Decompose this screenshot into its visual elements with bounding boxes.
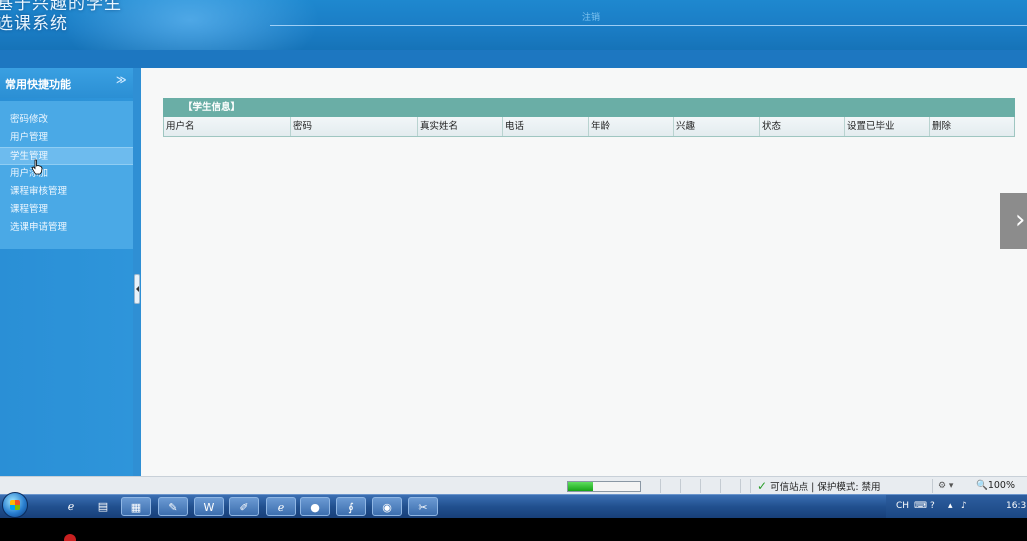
system-tray: CH ⌨ ? ▴ ♪ 16:3 (886, 495, 1027, 519)
tool-taskbar-icon[interactable]: ✂ (408, 497, 438, 516)
input-language[interactable]: CH (896, 501, 909, 511)
show-hidden-icons-icon[interactable]: ▴ (948, 501, 953, 511)
status-divider (740, 479, 741, 493)
app-header: 基于兴趣的学生 选课系统 注销 (0, 0, 1027, 50)
column-header-delete: 删除 (932, 121, 952, 132)
app-title-line1: 基于兴趣的学生 (0, 0, 122, 14)
progress-fill (568, 482, 594, 491)
app-taskbar-icon[interactable]: ∮ (336, 497, 366, 516)
sidebar-item-user-management[interactable]: 用户管理 (10, 129, 130, 147)
security-zone-status[interactable]: ✓ 可信站点 | 保护模式: 禁用 (757, 479, 881, 495)
panel-title: 【学生信息】 (163, 98, 1015, 117)
sidebar-item-course-review[interactable]: 课程审核管理 (10, 183, 130, 201)
browser-status-bar: ✓ 可信站点 | 保护模式: 禁用 ⚙ ▾ 🔍100% (0, 476, 1027, 494)
help-icon[interactable]: ? (930, 501, 935, 511)
status-divider (680, 479, 681, 493)
status-divider (932, 479, 933, 493)
app-title-line2: 选课系统 (0, 14, 68, 34)
document-icon[interactable]: ▤ (88, 497, 118, 516)
column-header-interest: 兴趣 (674, 117, 760, 136)
record-icon (64, 534, 76, 541)
status-divider (700, 479, 701, 493)
sidebar-splitter[interactable] (133, 68, 141, 476)
column-header-phone: 电话 (503, 117, 589, 136)
sidebar-item-enrollment-requests[interactable]: 选课申请管理 (10, 219, 130, 237)
status-divider (660, 479, 661, 493)
app-title: 基于兴趣的学生 选课系统 (0, 0, 122, 34)
logout-link[interactable]: 注销 (582, 10, 600, 23)
notes-taskbar-icon[interactable]: ✐ (229, 497, 259, 516)
ie-pinned-icon[interactable]: ℯ (56, 497, 86, 516)
zoom-level[interactable]: 🔍100% (976, 479, 1015, 493)
status-divider (750, 479, 751, 493)
table-header-row: 用户名 密码 真实姓名 电话 年龄 兴趣 状态 设置已毕业 删除 (163, 117, 1015, 137)
next-arrow-button[interactable]: › (1000, 193, 1027, 249)
sidebar-section-title: 常用快捷功能 (5, 78, 71, 91)
sidebar-item-password-change[interactable]: 密码修改 (10, 111, 130, 129)
sidebar-section-header[interactable]: 常用快捷功能 ≫ (0, 68, 133, 98)
column-header-real-name: 真实姓名 (418, 117, 503, 136)
sidebar-item-course-management[interactable]: 课程管理 (10, 201, 130, 219)
clock[interactable]: 16:3 (1006, 501, 1026, 511)
collapse-chevron-icon[interactable]: ≫ (116, 75, 126, 86)
main-content: 【学生信息】 用户名 密码 真实姓名 电话 年龄 兴趣 状态 设置已毕业 删除 (141, 68, 1027, 476)
column-header-status: 状态 (760, 117, 845, 136)
header-subbar (0, 50, 1027, 68)
screen-bottom-area (0, 518, 1027, 541)
ie-taskbar-icon[interactable]: ℯ (266, 497, 296, 516)
column-header-username: 用户名 (164, 117, 291, 136)
column-header-password: 密码 (291, 117, 418, 136)
popup-settings-icon[interactable]: ⚙ ▾ (938, 479, 953, 493)
sidebar-menu: 密码修改 用户管理 学生管理 用户添加 课程审核管理 课程管理 选课申请管理 (0, 101, 133, 249)
magnifier-icon: 🔍 (976, 480, 988, 491)
start-button[interactable] (2, 492, 28, 518)
volume-icon[interactable]: ♪ (961, 501, 967, 511)
zoom-level-text: 100% (987, 480, 1016, 491)
header-divider (270, 25, 1027, 26)
keyboard-icon[interactable]: ⌨ (914, 501, 927, 511)
student-info-panel: 【学生信息】 用户名 密码 真实姓名 电话 年龄 兴趣 状态 设置已毕业 删除 (163, 98, 1015, 139)
windows-taskbar: ℯ ▤ ▦ ✎ W ✐ ℯ ● ∮ ◉ ✂ CH ⌨ ? ▴ ♪ 16:3 (0, 492, 1027, 519)
column-header-age: 年龄 (589, 117, 674, 136)
checkmark-icon: ✓ (757, 479, 768, 493)
collapse-sidebar-handle[interactable] (134, 274, 140, 304)
app-red-taskbar-icon[interactable]: ● (300, 497, 330, 516)
word-taskbar-icon[interactable]: W (194, 497, 224, 516)
security-zone-text: 可信站点 | 保护模式: 禁用 (770, 482, 881, 493)
explorer-taskbar-icon[interactable]: ▦ (121, 497, 151, 516)
hand-cursor-icon (31, 159, 43, 175)
page-load-progress (567, 481, 641, 492)
status-divider (720, 479, 721, 493)
sidebar-item-student-management[interactable]: 学生管理 (0, 147, 133, 165)
paint-taskbar-icon[interactable]: ✎ (158, 497, 188, 516)
browser-green-taskbar-icon[interactable]: ◉ (372, 497, 402, 516)
sidebar-item-user-add[interactable]: 用户添加 (10, 165, 130, 183)
column-header-set-graduated: 设置已毕业 (845, 117, 930, 136)
sidebar: 常用快捷功能 ≫ 密码修改 用户管理 学生管理 用户添加 课程审核管理 课程管理… (0, 68, 133, 476)
